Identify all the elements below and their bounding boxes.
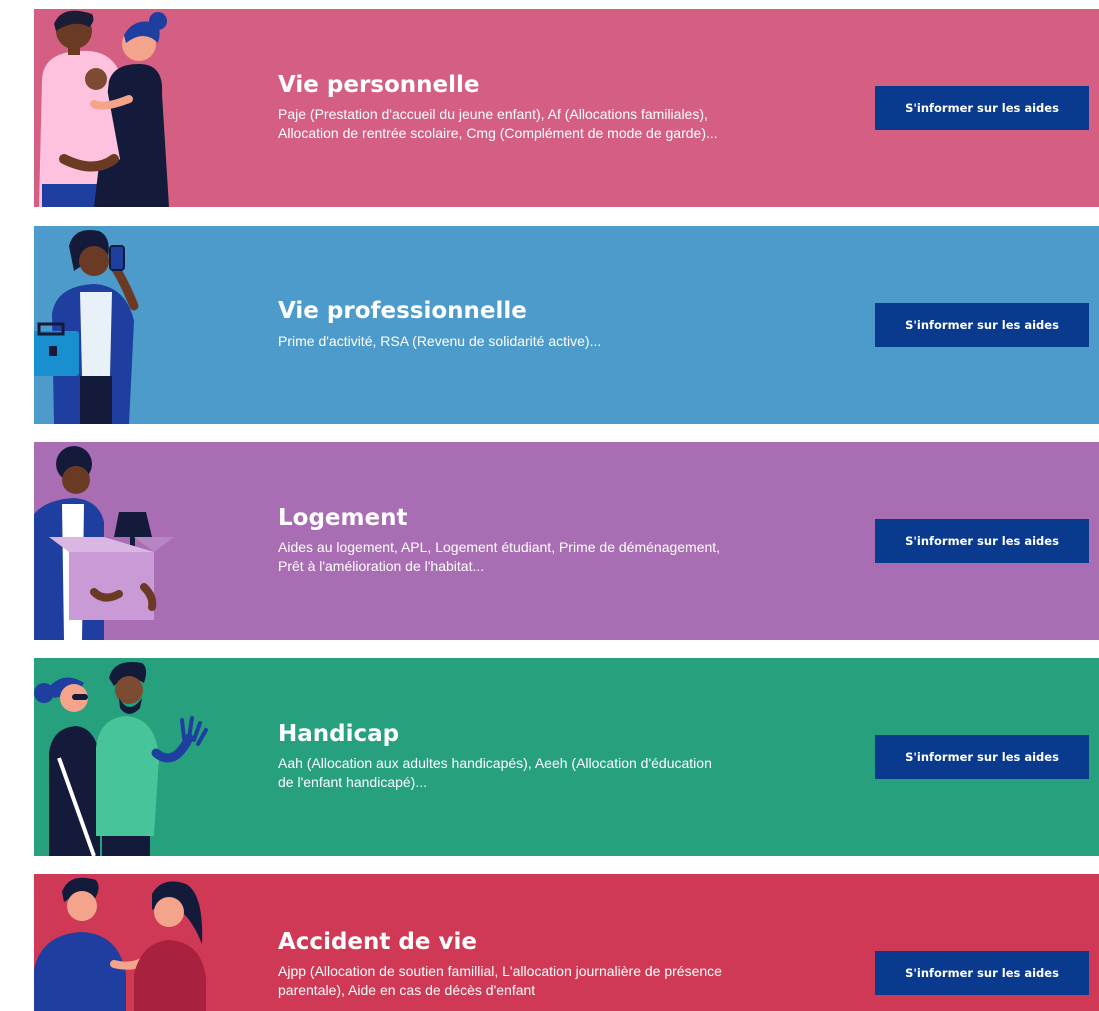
card-title: Accident de vie [278, 929, 477, 955]
info-aides-button[interactable]: S'informer sur les aides [875, 735, 1089, 779]
description-line: Paje (Prestation d'accueil du jeune enfa… [278, 106, 708, 123]
description-line: parentale), Aide en cas de décès d'enfan… [278, 982, 536, 999]
card-title: Handicap [278, 720, 400, 747]
description-line: Aides au logement, APL, Logement étudian… [278, 539, 721, 556]
description-line: Allocation de rentrée scolaire, Cmg (Com… [278, 125, 718, 142]
description-line: Aah (Allocation aux adultes handicapés),… [278, 755, 712, 772]
card-vie-personnelle: Vie personnelle Paje (Prestation d'accue… [34, 9, 1099, 207]
card-title: Vie personnelle [278, 71, 480, 98]
description-line: Prime d'activité, RSA (Revenu de solidar… [278, 332, 602, 349]
info-aides-button[interactable]: S'informer sur les aides [875, 303, 1089, 347]
description-line: Prêt à l'amélioration de l'habitat... [278, 558, 485, 575]
professional-illustration [34, 226, 234, 424]
card-text: Logement Aides au logement, APL, Logemen… [278, 442, 818, 640]
card-accident-de-vie: Accident de vie Ajpp (Allocation de sout… [34, 874, 1099, 1011]
card-description: Ajpp (Allocation de soutien famillial, L… [278, 962, 818, 1000]
card-description: Paje (Prestation d'accueil du jeune enfa… [278, 105, 818, 143]
card-vie-professionnelle: Vie professionnelle Prime d'activité, RS… [34, 226, 1099, 424]
card-description: Prime d'activité, RSA (Revenu de solidar… [278, 332, 818, 351]
info-aides-button[interactable]: S'informer sur les aides [875, 519, 1089, 563]
card-handicap: Handicap Aah (Allocation aux adultes han… [34, 658, 1099, 856]
card-text: Handicap Aah (Allocation aux adultes han… [278, 658, 818, 856]
info-aides-button[interactable]: S'informer sur les aides [875, 951, 1089, 995]
card-description: Aides au logement, APL, Logement étudian… [278, 538, 818, 576]
description-line: Ajpp (Allocation de soutien famillial, L… [278, 963, 722, 980]
info-aides-button[interactable]: S'informer sur les aides [875, 86, 1089, 130]
card-text: Vie professionnelle Prime d'activité, RS… [278, 226, 818, 424]
card-text: Accident de vie Ajpp (Allocation de sout… [278, 929, 818, 1000]
disability-illustration [34, 658, 234, 856]
card-logement: Logement Aides au logement, APL, Logemen… [34, 442, 1099, 640]
card-text: Vie personnelle Paje (Prestation d'accue… [278, 9, 818, 207]
card-title: Vie professionnelle [278, 298, 527, 325]
description-line: de l'enfant handicapé)... [278, 774, 428, 791]
card-title: Logement [278, 504, 408, 531]
card-description: Aah (Allocation aux adultes handicapés),… [278, 754, 818, 792]
comfort-illustration [34, 874, 234, 1011]
family-illustration [34, 9, 234, 207]
moving-box-illustration [34, 442, 234, 640]
